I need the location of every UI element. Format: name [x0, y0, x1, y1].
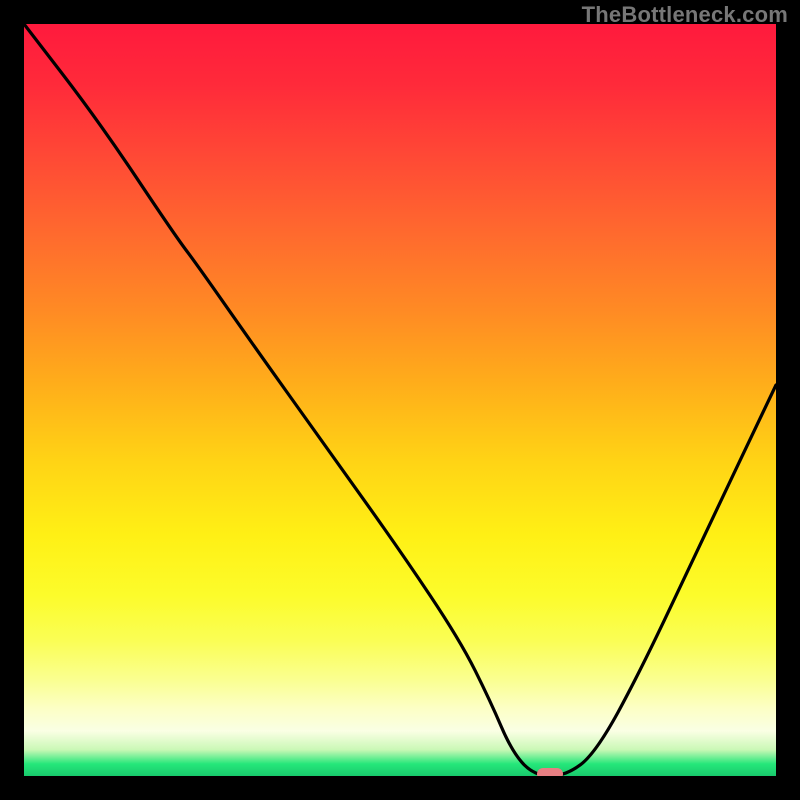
chart-stage: TheBottleneck.com — [0, 0, 800, 800]
curve-svg — [24, 24, 776, 776]
plot-area — [24, 24, 776, 776]
bottleneck-curve — [24, 24, 776, 776]
optimum-marker — [537, 768, 563, 776]
watermark-text: TheBottleneck.com — [582, 2, 788, 28]
